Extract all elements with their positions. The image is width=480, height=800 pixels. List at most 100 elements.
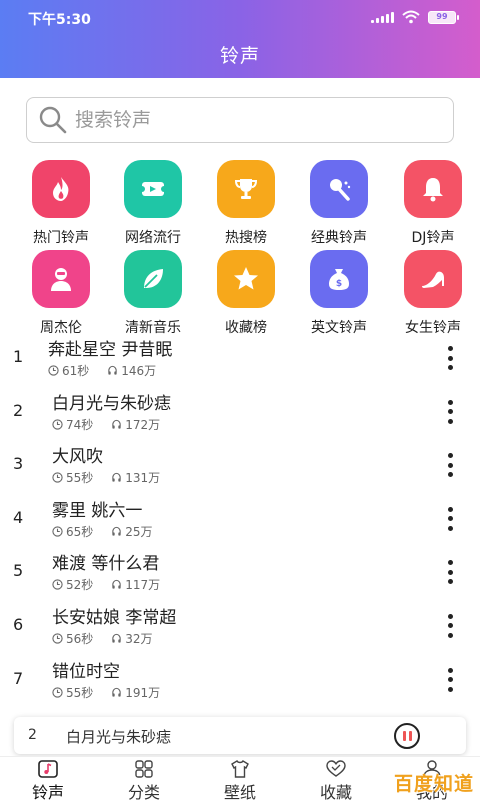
headphones-icon — [112, 580, 121, 589]
category-label: 热门铃声 — [33, 230, 89, 246]
battery-icon: 99 — [428, 10, 459, 24]
category-fresh-music[interactable]: 清新音乐 — [106, 246, 200, 337]
tab-wallpapers[interactable]: 壁纸 — [192, 757, 288, 800]
list-item[interactable]: 3 大风吹 55秒 131万 — [0, 437, 480, 491]
leaf-icon — [124, 250, 182, 308]
song-meta: 56秒 32万 — [52, 630, 153, 647]
player-track-number: 2 — [28, 727, 37, 743]
more-options-icon[interactable] — [438, 558, 462, 586]
song-rank: 3 — [13, 454, 24, 474]
song-title[interactable]: 白月光与朱砂痣 — [52, 389, 171, 414]
song-plays: 25万 — [125, 524, 153, 539]
clock-icon — [52, 418, 63, 430]
tab-label: 分类 — [127, 783, 160, 800]
tab-ringtones[interactable]: 铃声 — [0, 757, 96, 800]
more-options-icon[interactable] — [438, 344, 462, 372]
clock-icon — [52, 633, 63, 644]
search-box[interactable] — [26, 97, 454, 143]
search-icon — [33, 100, 73, 140]
more-options-icon[interactable] — [438, 398, 462, 426]
list-item[interactable]: 1 奔赴星空 尹昔眠 61秒 146万 — [0, 330, 480, 384]
clock-icon — [52, 579, 63, 591]
song-title[interactable]: 错位时空 — [52, 657, 120, 682]
category-female[interactable]: 女生铃声 — [386, 246, 480, 337]
song-title[interactable]: 奔赴星空 尹昔眠 — [48, 335, 172, 360]
tab-label: 壁纸 — [223, 783, 256, 800]
page-title: 铃声 — [219, 45, 260, 67]
grid-icon — [135, 760, 153, 778]
trophy-icon — [217, 160, 275, 218]
category-hot[interactable]: 热门铃声 — [14, 156, 108, 247]
more-options-icon[interactable] — [438, 612, 462, 640]
more-options-icon[interactable] — [438, 666, 462, 694]
category-jay-chou[interactable]: 周杰伦 — [14, 246, 108, 337]
song-list: 1 奔赴星空 尹昔眠 61秒 146万 2 白月光与朱砂痣 74秒 172万 3… — [0, 330, 480, 720]
category-classic[interactable]: 经典铃声 — [292, 156, 386, 247]
list-item[interactable]: 2 白月光与朱砂痣 74秒 172万 — [0, 384, 480, 438]
song-meta: 74秒 172万 — [52, 416, 160, 433]
heart-icon — [326, 760, 346, 777]
headphones-icon — [112, 526, 121, 536]
clock-icon — [48, 365, 59, 376]
category-english[interactable]: $ 英文铃声 — [292, 246, 386, 337]
watermark: 百度知道 — [393, 773, 474, 795]
star-icon — [217, 250, 275, 308]
tab-label: 收藏 — [319, 783, 352, 800]
signal-icon — [371, 11, 394, 23]
app-header: 下午5:30 99 铃声 — [0, 0, 480, 78]
song-plays: 172万 — [125, 417, 161, 432]
mini-player[interactable]: 2 白月光与朱砂痣 — [14, 717, 466, 754]
headphones-icon — [112, 419, 121, 429]
song-duration: 55秒 — [66, 685, 94, 700]
headphones-icon — [112, 687, 121, 697]
ticket-icon — [124, 160, 182, 218]
tab-label: 铃声 — [31, 783, 64, 800]
song-duration: 61秒 — [62, 364, 90, 378]
list-item[interactable]: 7 错位时空 55秒 191万 — [0, 652, 480, 706]
search-input[interactable] — [73, 109, 453, 131]
category-trending[interactable]: 网络流行 — [106, 156, 200, 247]
category-label: DJ铃声 — [411, 230, 455, 246]
tab-categories[interactable]: 分类 — [96, 757, 192, 800]
song-plays: 131万 — [125, 471, 161, 486]
status-bar: 下午5:30 99 — [0, 0, 480, 34]
song-meta: 55秒 131万 — [52, 469, 160, 486]
song-duration: 74秒 — [66, 417, 94, 432]
list-item[interactable]: 6 长安姑娘 李常超 56秒 32万 — [0, 598, 480, 652]
song-rank: 6 — [13, 614, 24, 634]
song-rank: 2 — [13, 400, 24, 420]
category-label: 热搜榜 — [225, 230, 267, 246]
headphones-icon — [112, 473, 121, 482]
list-item[interactable]: 5 难渡 等什么君 52秒 117万 — [0, 544, 480, 598]
song-duration: 52秒 — [66, 578, 94, 593]
clock-icon — [52, 472, 63, 483]
category-row: 周杰伦 清新音乐 收藏榜 $ 英文铃声 女生铃声 — [0, 246, 480, 337]
song-rank: 1 — [13, 347, 24, 366]
clock-icon — [52, 526, 63, 537]
more-options-icon[interactable] — [438, 505, 462, 533]
song-title[interactable]: 雾里 姚六一 — [52, 496, 142, 521]
song-meta: 65秒 25万 — [52, 523, 153, 540]
category-favorites-chart[interactable]: 收藏榜 — [199, 246, 293, 337]
tab-favorites[interactable]: 收藏 — [288, 757, 384, 800]
song-title[interactable]: 难渡 等什么君 — [52, 549, 159, 574]
song-duration: 55秒 — [66, 471, 94, 486]
song-rank: 7 — [13, 668, 24, 688]
song-title[interactable]: 大风吹 — [52, 442, 103, 467]
shirt-icon — [231, 760, 249, 778]
pause-button[interactable] — [394, 723, 420, 749]
list-item[interactable]: 4 雾里 姚六一 65秒 25万 — [0, 491, 480, 545]
song-plays: 117万 — [125, 578, 161, 593]
song-duration: 56秒 — [66, 631, 94, 646]
player-track-title: 白月光与朱砂痣 — [66, 728, 172, 746]
bell-icon — [404, 160, 462, 218]
song-plays: 32万 — [125, 631, 153, 646]
wifi-icon — [402, 10, 420, 24]
more-options-icon[interactable] — [438, 451, 462, 479]
status-icons: 99 — [371, 10, 459, 24]
song-title[interactable]: 长安姑娘 李常超 — [52, 603, 176, 628]
song-rank: 4 — [13, 507, 24, 527]
song-meta: 61秒 146万 — [48, 362, 156, 379]
category-hot-search[interactable]: 热搜榜 — [199, 156, 293, 247]
category-dj[interactable]: DJ铃声 — [386, 156, 480, 247]
